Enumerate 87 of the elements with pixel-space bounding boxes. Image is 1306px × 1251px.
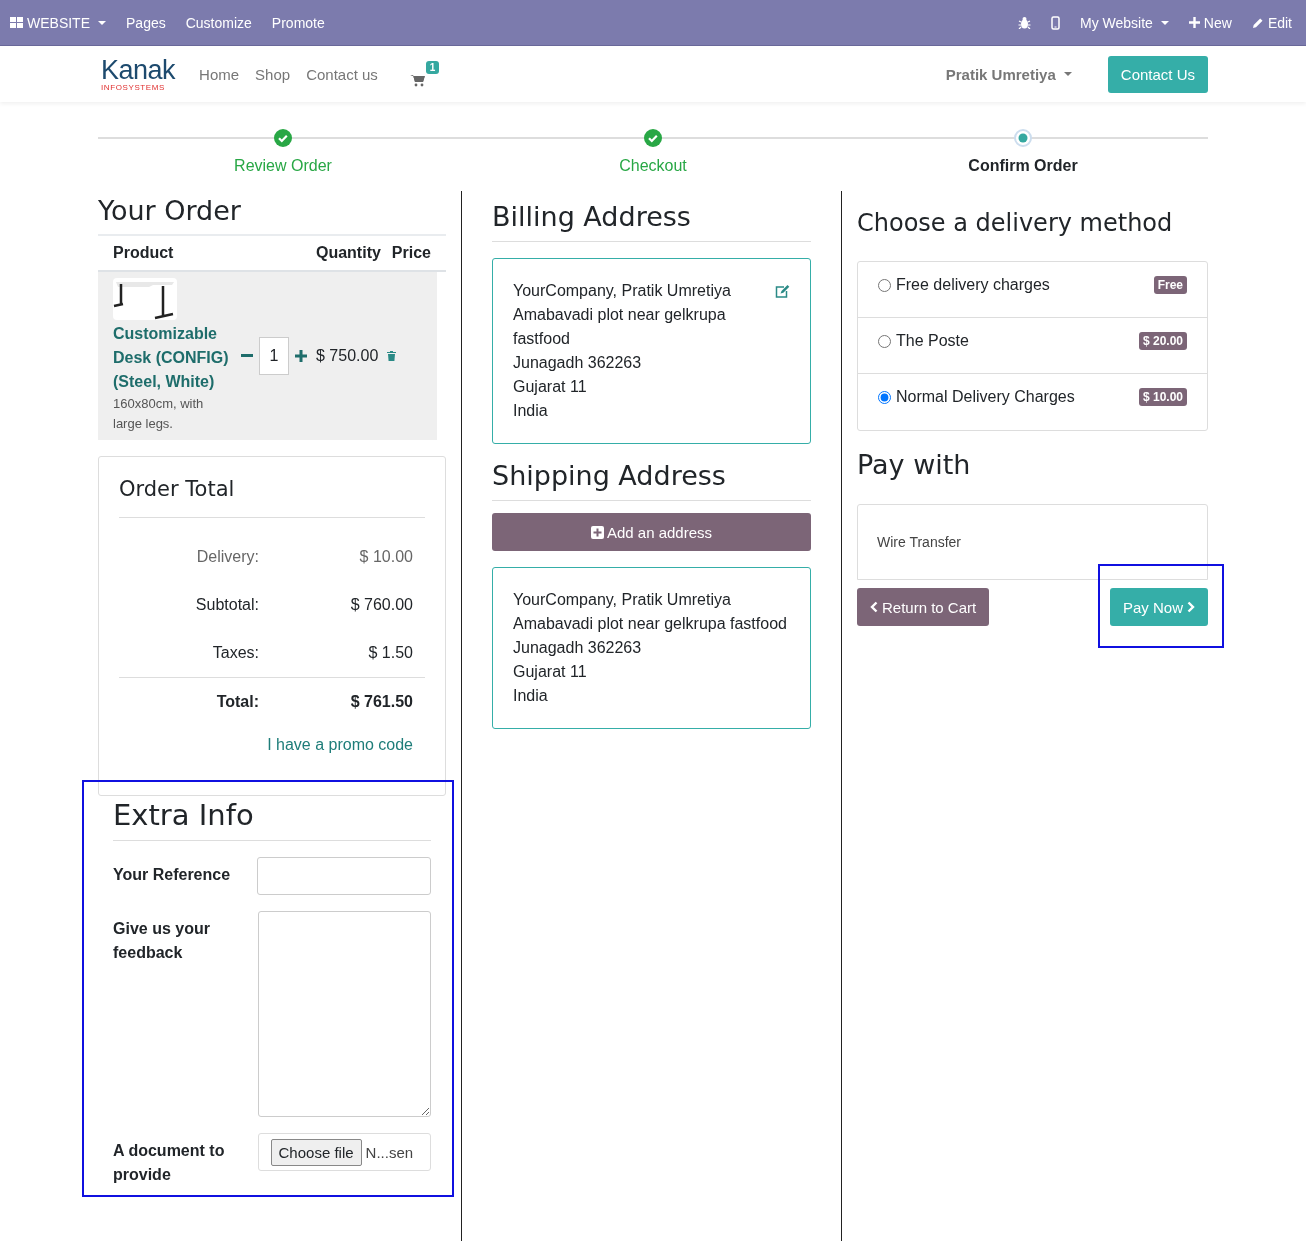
address-line: Junagadh 362263 — [513, 353, 643, 373]
product-name-link[interactable]: Customizable Desk (CONFIG) (Steel, White) — [113, 322, 229, 394]
website-switcher[interactable]: My Website — [1070, 0, 1179, 45]
trash-icon[interactable] — [387, 351, 397, 361]
chevron-right-icon — [1187, 601, 1195, 613]
reference-input[interactable] — [257, 857, 431, 895]
total-value: $ 760.00 — [349, 596, 413, 614]
pay-now-button[interactable]: Pay Now — [1109, 588, 1208, 626]
field-label: A document to provide — [113, 1141, 226, 1185]
section-title: Billing Address — [492, 201, 811, 242]
contact-us-button[interactable]: Contact Us — [1107, 55, 1208, 93]
desk-thumbnail — [113, 278, 177, 320]
field-label: Your Reference — [113, 865, 232, 885]
card-title: Order Total — [119, 477, 425, 518]
phone-icon — [1051, 15, 1060, 30]
app-menu-button[interactable]: WEBSITE — [0, 0, 116, 45]
quantity-field[interactable]: 1 — [259, 337, 289, 375]
choose-file-button[interactable]: Choose file — [270, 1138, 362, 1166]
address-line: Amabavadi plot near gelkrupa fastfood — [513, 305, 727, 349]
nav-link[interactable]: Contact us — [306, 65, 378, 83]
section-title: Choose a delivery method — [857, 209, 1174, 239]
section-title: Your Order — [98, 195, 242, 228]
admin-menu-item[interactable]: Promote — [261, 0, 335, 45]
file-input[interactable]: Choose file N...sen — [257, 1133, 431, 1171]
radio-button[interactable] — [878, 278, 891, 292]
payment-method[interactable]: Wire Transfer — [877, 534, 961, 550]
step-label: Review Order — [234, 157, 332, 175]
column-header: Quantity — [315, 244, 381, 262]
new-button[interactable]: New — [1178, 0, 1242, 45]
edit-button[interactable]: Edit — [1241, 0, 1302, 45]
total-value: $ 10.00 — [358, 548, 413, 566]
radio-button[interactable] — [878, 390, 891, 404]
user-menu[interactable]: Pratik Umretiya — [939, 64, 1078, 84]
plus-icon — [295, 350, 307, 362]
address-line: India — [513, 686, 549, 706]
decrease-button[interactable] — [241, 354, 253, 358]
address-line: India — [513, 401, 549, 421]
price-badge: $ 20.00 — [1138, 332, 1187, 350]
admin-menu-item[interactable]: Customize — [175, 0, 262, 45]
chevron-left-icon — [870, 601, 878, 613]
grid-icon — [10, 17, 23, 28]
total-value: $ 761.50 — [349, 693, 413, 711]
return-to-cart-button[interactable]: Return to Cart — [857, 588, 990, 626]
step-label: Confirm Order — [968, 157, 1078, 175]
total-label: Subtotal: — [194, 596, 259, 614]
add-address-button[interactable]: Add an address — [492, 513, 811, 551]
logo[interactable]: Kanak INFOSYSTEMS — [101, 56, 176, 92]
promo-code-link[interactable]: I have a promo code — [119, 726, 425, 764]
nav-link[interactable]: Shop — [255, 65, 291, 83]
section-title: Shipping Address — [492, 460, 811, 501]
admin-menu-item[interactable]: Pages — [116, 0, 176, 45]
address-line: YourCompany, Pratik Umretiya — [513, 590, 732, 610]
minus-icon — [241, 354, 253, 358]
plus-icon — [1188, 17, 1200, 28]
column-header: Price — [391, 244, 431, 262]
nav-link[interactable]: Home — [199, 65, 240, 83]
bug-icon — [1018, 16, 1031, 29]
address-line: YourCompany, Pratik Umretiya — [513, 281, 732, 301]
line-price: $ 750.00 — [316, 347, 379, 365]
price-badge: Free — [1153, 276, 1187, 294]
section-title: Extra Info — [113, 790, 431, 841]
column-header: Product — [113, 244, 174, 262]
edit-icon[interactable] — [775, 285, 790, 298]
cart-icon — [409, 74, 425, 87]
total-label: Delivery: — [195, 548, 259, 566]
address-line: Gujarat 11 — [513, 377, 588, 397]
address-line: Gujarat 11 — [513, 662, 588, 682]
radio-button[interactable] — [878, 334, 891, 348]
cart-count-badge: 1 — [425, 61, 440, 74]
delivery-option[interactable]: Free delivery charges — [878, 276, 1050, 294]
price-badge: $ 10.00 — [1138, 388, 1187, 406]
product-description: 160x80cm, with large legs. — [113, 395, 205, 433]
pencil-icon — [1251, 16, 1264, 29]
file-name: N...sen — [365, 1143, 414, 1161]
cart-button[interactable]: 1 — [393, 61, 440, 87]
address-line: Amabavadi plot near gelkrupa fastfood — [513, 614, 787, 634]
increase-button[interactable] — [295, 350, 307, 362]
field-label: Give us your feedback — [113, 919, 211, 963]
delivery-option[interactable]: Normal Delivery Charges — [878, 388, 1075, 406]
section-title: Pay with — [857, 449, 972, 482]
step-label: Checkout — [619, 157, 687, 175]
total-label: Total: — [215, 693, 259, 711]
address-line: Junagadh 362263 — [513, 638, 643, 658]
total-value: $ 1.50 — [367, 644, 413, 662]
delivery-option[interactable]: The Poste — [878, 332, 969, 350]
total-label: Taxes: — [211, 644, 259, 662]
plus-square-icon — [590, 525, 604, 539]
